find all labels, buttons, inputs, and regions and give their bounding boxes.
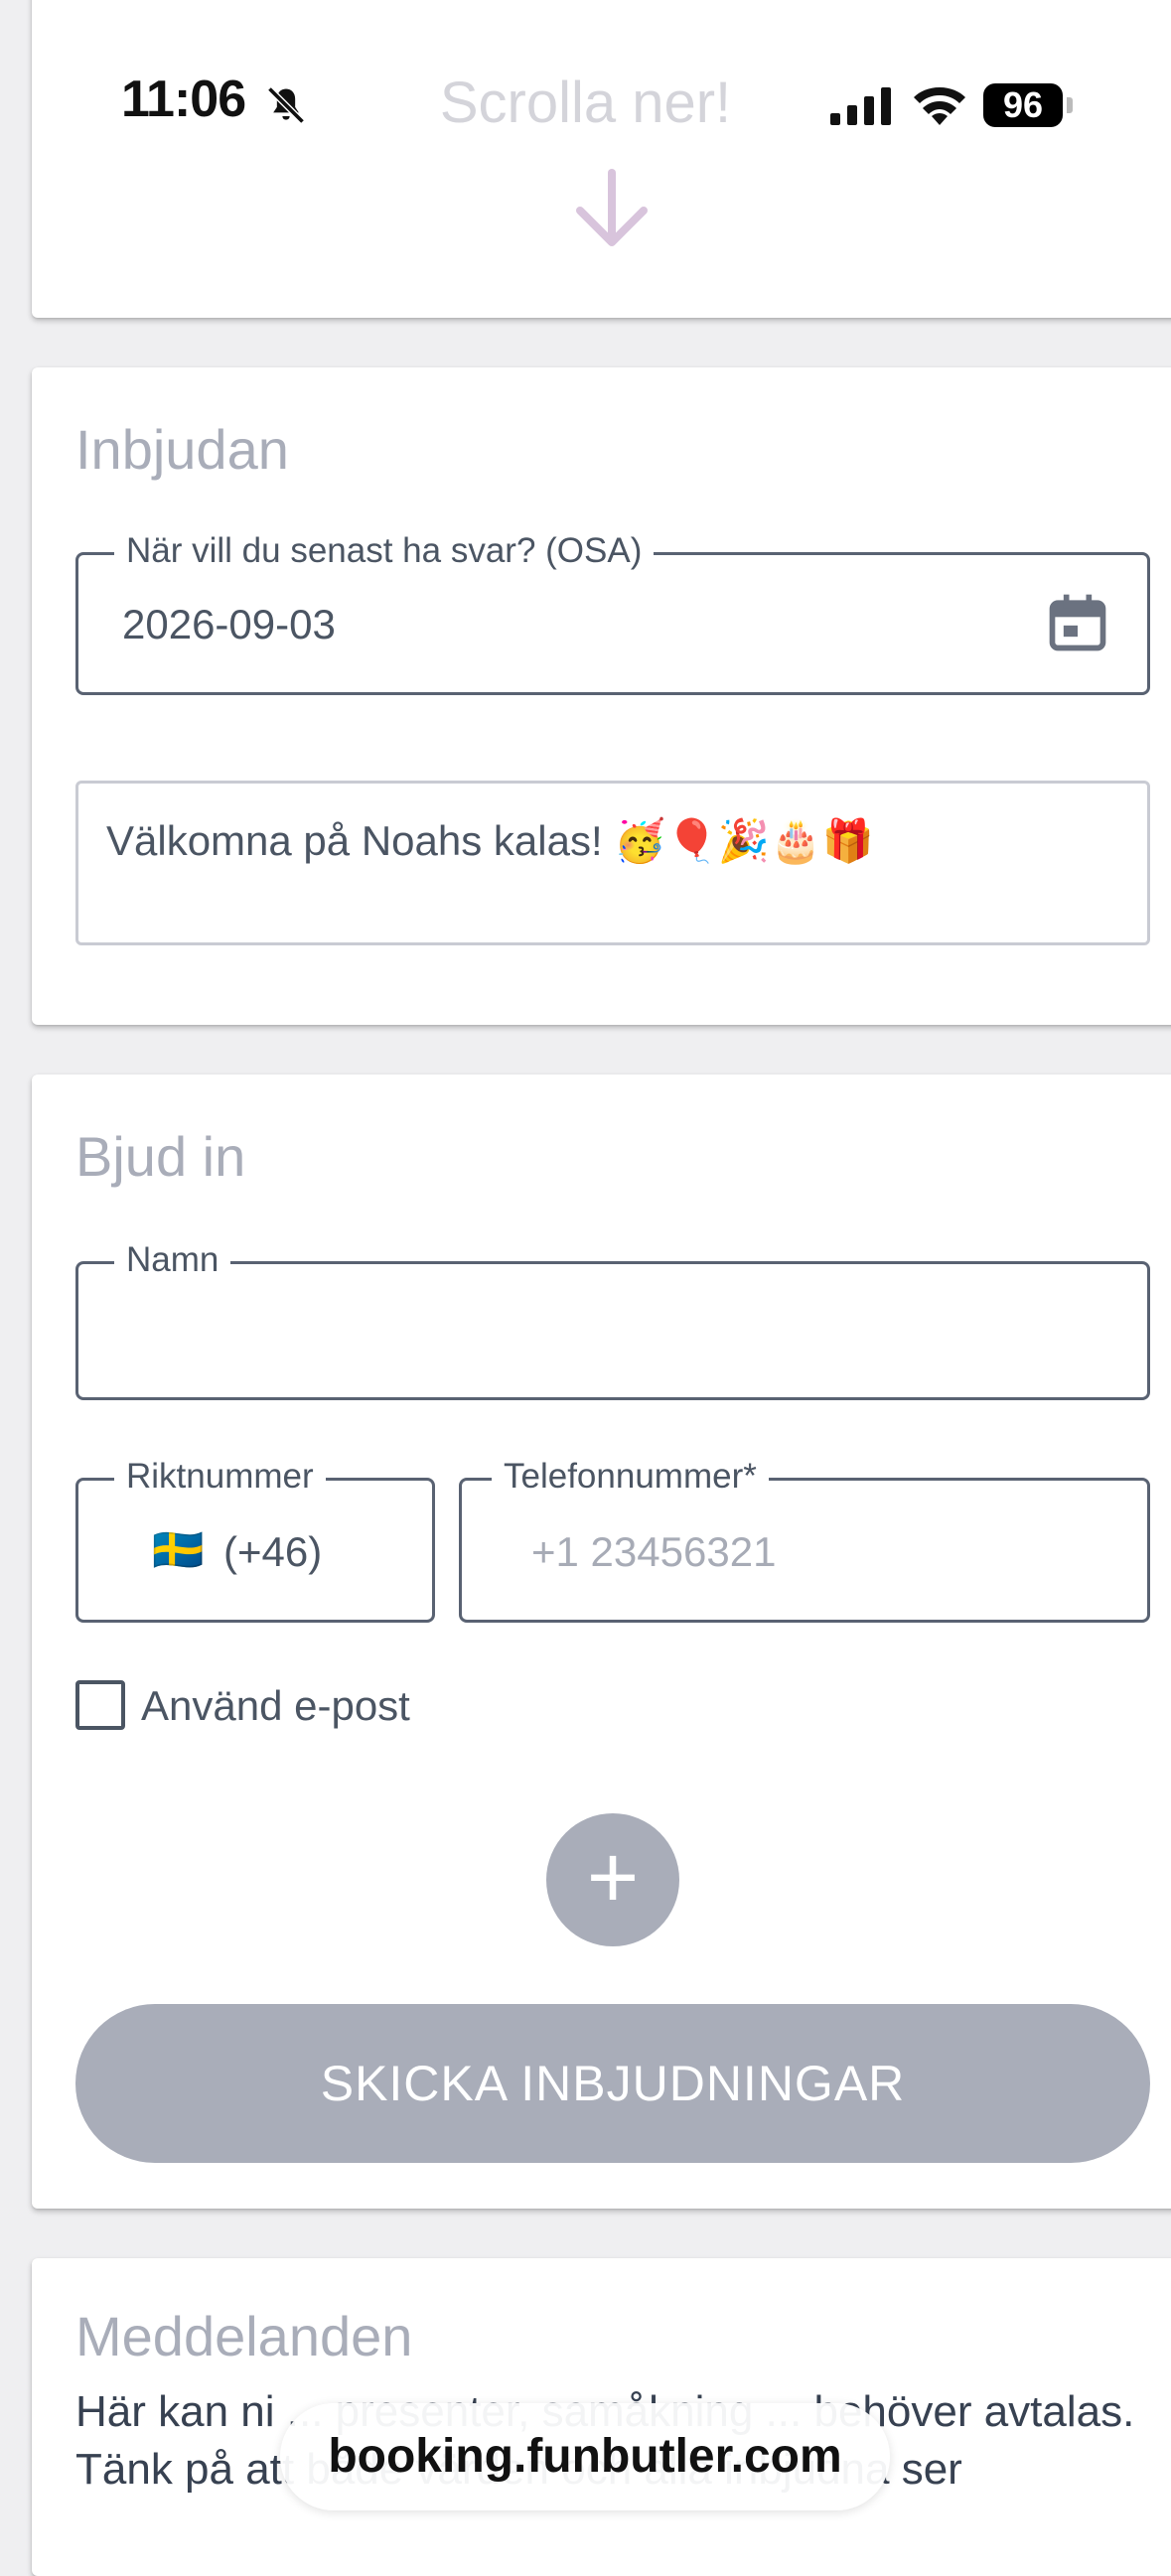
battery-icon: 96	[983, 83, 1075, 127]
name-field[interactable]: Namn	[75, 1238, 1150, 1400]
sweden-flag-icon: 🇸🇪	[152, 1526, 205, 1573]
osa-date-value: 2026-09-03	[122, 601, 336, 647]
signal-icon	[830, 87, 891, 125]
add-guest-button[interactable]: +	[546, 1813, 679, 1946]
messages-title: Meddelanden	[75, 2305, 413, 2367]
send-invitations-button[interactable]: SKICKA INBJUDNINGAR	[75, 2004, 1150, 2163]
wifi-icon	[914, 87, 965, 125]
phone-field[interactable]: Telefonnummer* +1 23456321	[459, 1455, 1150, 1623]
invitation-message-text: Välkomna på Noahs kalas! 🥳🎈🎉🎂🎁	[106, 817, 874, 864]
country-code-label: Riktnummer	[114, 1455, 326, 1499]
browser-url-bar[interactable]: booking.funbutler.com	[280, 2403, 890, 2510]
phone-placeholder: +1 23456321	[531, 1528, 777, 1575]
invitation-card: Inbjudan När vill du senast ha svar? (OS…	[32, 367, 1171, 1025]
country-code-value: (+46)	[223, 1528, 323, 1575]
battery-level: 96	[983, 83, 1063, 127]
arrow-down-icon	[576, 169, 648, 246]
battery-cap	[1067, 97, 1073, 113]
top-card	[32, 0, 1171, 318]
name-label: Namn	[114, 1238, 231, 1282]
invitation-message-field[interactable]: Välkomna på Noahs kalas! 🥳🎈🎉🎂🎁	[75, 781, 1150, 945]
calendar-icon[interactable]	[1044, 589, 1111, 656]
osa-label: När vill du senast ha svar? (OSA)	[114, 529, 655, 573]
invite-title: Bjud in	[75, 1125, 246, 1188]
country-code-select[interactable]: Riktnummer 🇸🇪 (+46)	[75, 1455, 435, 1623]
phone-label: Telefonnummer*	[492, 1455, 769, 1499]
use-email-checkbox[interactable]	[75, 1680, 125, 1730]
osa-date-field[interactable]: När vill du senast ha svar? (OSA) 2026-0…	[75, 529, 1150, 695]
use-email-label[interactable]: Använd e-post	[141, 1682, 410, 1730]
invitation-title: Inbjudan	[75, 418, 289, 481]
